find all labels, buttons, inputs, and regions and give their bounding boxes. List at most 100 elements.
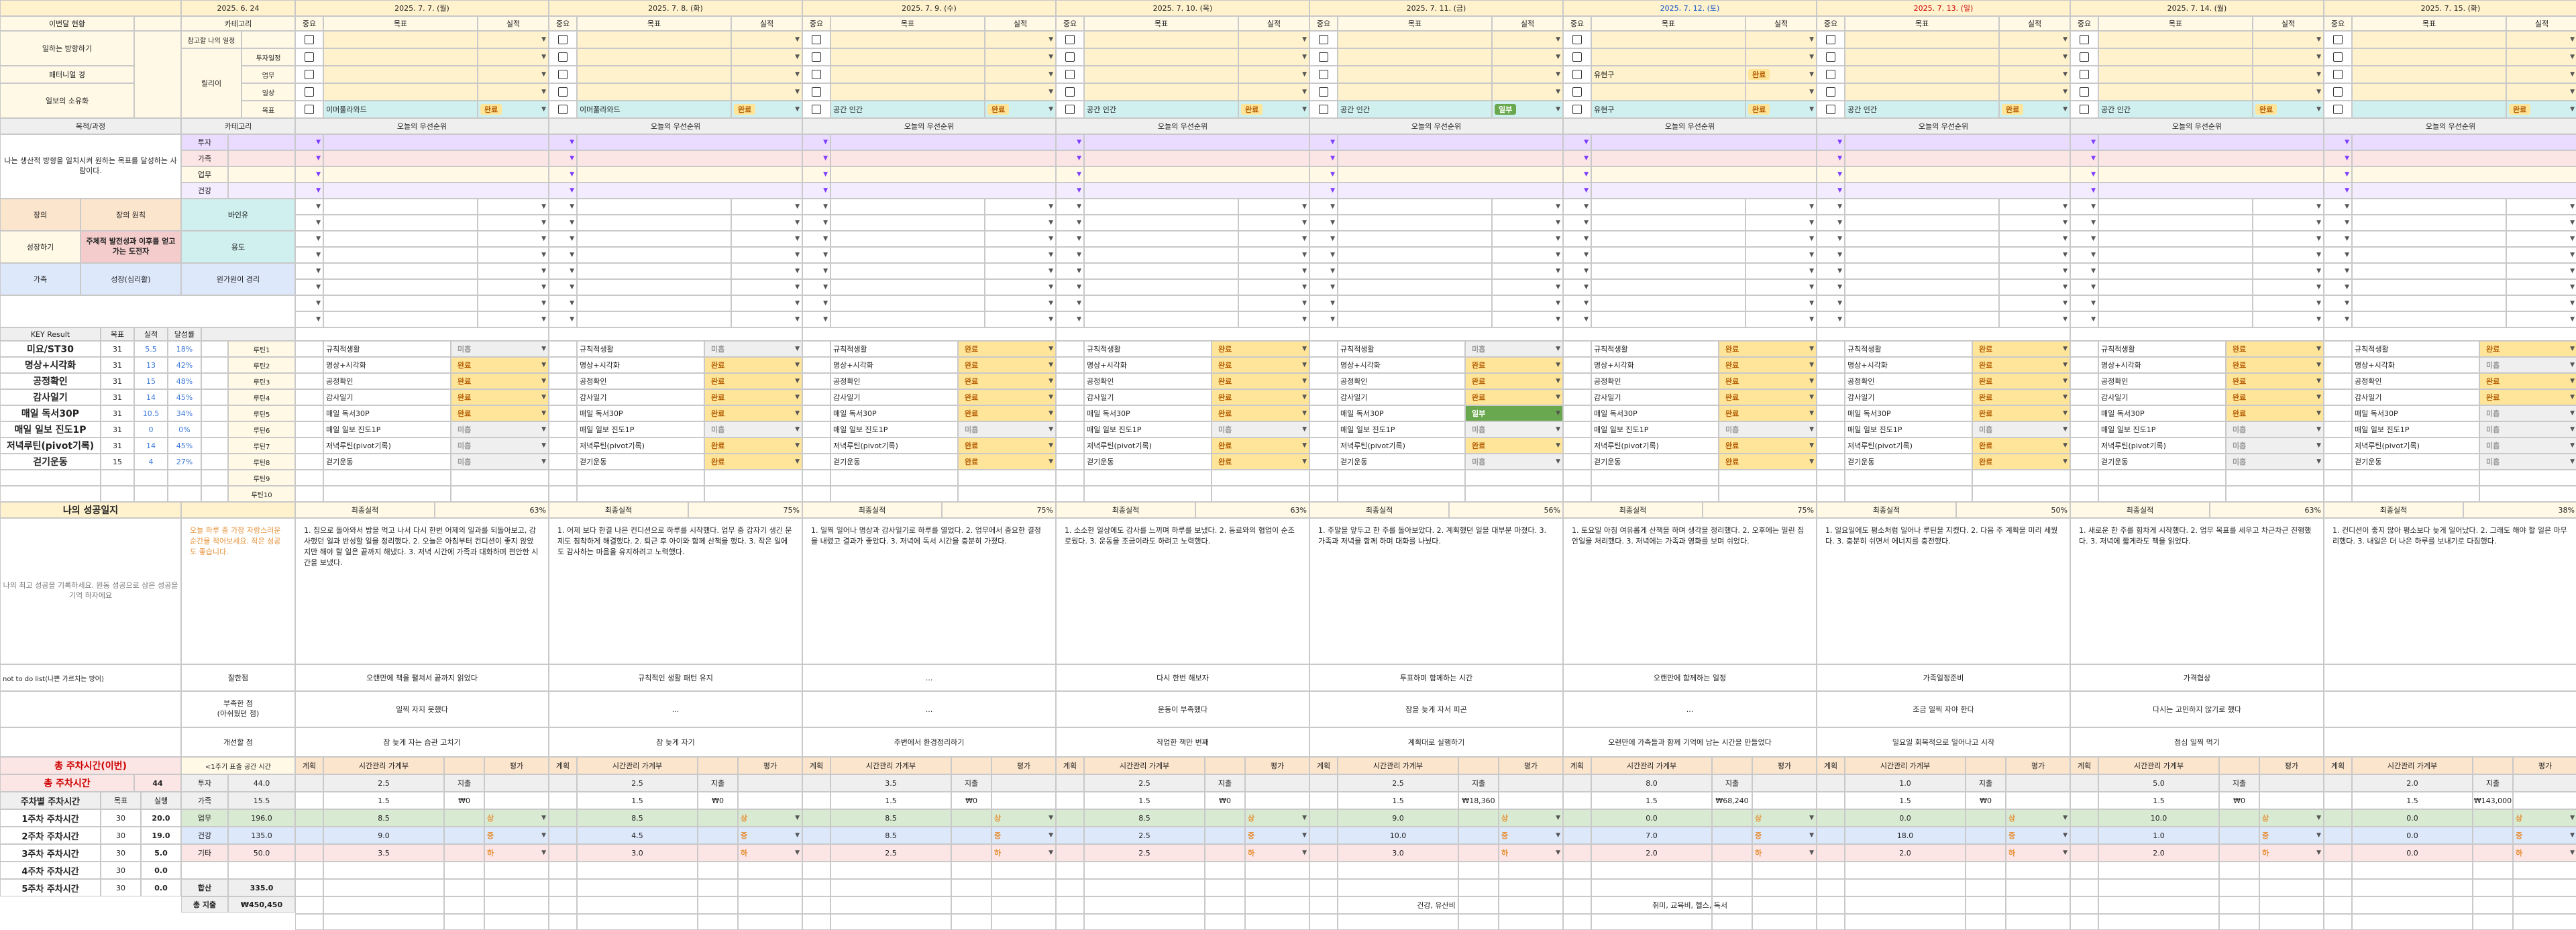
dropdown-arrow-icon[interactable]: ▼ xyxy=(1049,203,1053,210)
eval-select[interactable]: 하 ▼ xyxy=(991,844,1056,862)
priority-result[interactable]: ▼ xyxy=(1746,247,1817,263)
priority-cat-select[interactable]: ▼ xyxy=(1817,183,1845,199)
eval-select[interactable] xyxy=(1752,774,1817,792)
routine-name[interactable] xyxy=(1338,486,1465,502)
priority-result[interactable]: ▼ xyxy=(2506,279,2576,295)
task-result-select[interactable]: ▼ xyxy=(1746,31,1817,48)
improve-point[interactable]: 점심 일찍 먹기 xyxy=(2070,727,2324,757)
routine-status-select[interactable]: 완료 ▼ xyxy=(704,357,802,373)
money-value[interactable] xyxy=(1205,879,1245,896)
dropdown-arrow-icon[interactable]: ▼ xyxy=(1302,219,1307,226)
priority-cat-select[interactable]: ▼ xyxy=(802,215,830,231)
dropdown-arrow-icon[interactable]: ▼ xyxy=(823,219,828,226)
dropdown-arrow-icon[interactable]: ▼ xyxy=(570,155,574,162)
priority-cat-select[interactable]: ▼ xyxy=(1309,215,1338,231)
money-value[interactable] xyxy=(1966,879,2006,896)
plan-cell[interactable] xyxy=(1563,844,1591,862)
routine-name[interactable]: 저녁루틴(pivot기록) xyxy=(323,437,451,454)
checkbox[interactable] xyxy=(1319,105,1328,114)
dropdown-arrow-icon[interactable]: ▼ xyxy=(1809,849,1814,856)
dropdown-arrow-icon[interactable]: ▼ xyxy=(1556,268,1560,274)
priority-result[interactable]: ▼ xyxy=(1238,263,1309,279)
routine-name[interactable] xyxy=(1591,470,1719,486)
improve-point[interactable]: 오랜만에 가족들과 함께 기억에 남는 시간을 만들었다 xyxy=(1563,727,1817,757)
priority-input[interactable] xyxy=(1591,231,1746,247)
routine-status-select[interactable]: 미흡 ▼ xyxy=(451,341,549,357)
dropdown-arrow-icon[interactable]: ▼ xyxy=(2345,187,2349,194)
plan-cell[interactable] xyxy=(2070,879,2098,896)
priority-result[interactable]: ▼ xyxy=(1492,295,1563,311)
plan-cell[interactable] xyxy=(295,792,323,809)
priority-result[interactable]: ▼ xyxy=(1492,231,1563,247)
plan-cell[interactable] xyxy=(1309,862,1338,879)
priority-cat-select[interactable]: ▼ xyxy=(1817,199,1845,215)
plan-cell[interactable] xyxy=(295,896,323,914)
priority-input[interactable] xyxy=(1338,311,1492,327)
priority-input[interactable] xyxy=(1845,311,1999,327)
priority-cat-select[interactable]: ▼ xyxy=(295,231,323,247)
dropdown-arrow-icon[interactable]: ▼ xyxy=(795,219,800,226)
dropdown-arrow-icon[interactable]: ▼ xyxy=(823,203,828,210)
priority-cat-select[interactable]: ▼ xyxy=(1563,183,1591,199)
time-value[interactable] xyxy=(577,896,698,914)
routine-name[interactable]: 감사일기 xyxy=(830,389,958,405)
priority-cat-select[interactable]: ▼ xyxy=(2070,166,2098,183)
dropdown-arrow-icon[interactable]: ▼ xyxy=(1837,252,1842,258)
priority-cat-select[interactable]: ▼ xyxy=(2324,311,2352,327)
task-result-select[interactable]: ▼ xyxy=(1238,48,1309,66)
plan-cell[interactable] xyxy=(1056,914,1084,930)
task-goal-input[interactable] xyxy=(1084,66,1238,83)
priority-input[interactable] xyxy=(1591,150,1817,166)
priority-input[interactable] xyxy=(2098,231,2253,247)
dropdown-arrow-icon[interactable]: ▼ xyxy=(2316,252,2321,258)
routine-name[interactable]: 매일 독서30P xyxy=(1084,405,1212,421)
eval-select[interactable] xyxy=(738,792,802,809)
dropdown-arrow-icon[interactable]: ▼ xyxy=(1302,203,1307,210)
money-value[interactable] xyxy=(1458,914,1499,930)
plan-cell[interactable] xyxy=(802,862,830,879)
routine-name[interactable]: 명상+시각화 xyxy=(1845,357,1972,373)
dropdown-arrow-icon[interactable]: ▼ xyxy=(1556,106,1560,113)
dropdown-arrow-icon[interactable]: ▼ xyxy=(1049,815,1053,821)
priority-result[interactable]: ▼ xyxy=(2253,311,2324,327)
dropdown-arrow-icon[interactable]: ▼ xyxy=(1809,236,1814,242)
checkbox[interactable] xyxy=(558,105,568,114)
task-goal-input[interactable] xyxy=(830,83,985,101)
task-goal-input[interactable] xyxy=(577,66,731,83)
priority-input[interactable] xyxy=(577,231,731,247)
eval-select[interactable] xyxy=(1245,879,1309,896)
priority-input[interactable] xyxy=(2352,215,2506,231)
task-checkbox[interactable] xyxy=(2070,66,2098,83)
money-value[interactable]: 지출 xyxy=(2473,774,2513,792)
dropdown-arrow-icon[interactable]: ▼ xyxy=(1077,171,1081,178)
priority-result[interactable]: ▼ xyxy=(1999,311,2070,327)
dropdown-arrow-icon[interactable]: ▼ xyxy=(541,54,546,60)
priority-result[interactable]: ▼ xyxy=(731,215,802,231)
priority-input[interactable] xyxy=(830,247,985,263)
priority-cat-select[interactable]: ▼ xyxy=(802,166,830,183)
time-value[interactable] xyxy=(1338,914,1458,930)
checkbox[interactable] xyxy=(558,70,568,79)
eval-select[interactable] xyxy=(2513,914,2576,930)
dropdown-arrow-icon[interactable]: ▼ xyxy=(1302,316,1307,323)
routine-status-select[interactable]: 완료 ▼ xyxy=(1719,389,1817,405)
priority-input[interactable] xyxy=(1591,166,1817,183)
dropdown-arrow-icon[interactable]: ▼ xyxy=(541,378,546,384)
task-result-select[interactable]: ▼ xyxy=(2253,66,2324,83)
checkbox[interactable] xyxy=(812,87,821,97)
priority-result[interactable]: ▼ xyxy=(985,295,1056,311)
task-result-select[interactable]: ▼ xyxy=(1492,31,1563,48)
priority-input[interactable] xyxy=(1084,231,1238,247)
task-result-select[interactable]: ▼ xyxy=(478,83,549,101)
priority-cat-select[interactable]: ▼ xyxy=(549,263,577,279)
dropdown-arrow-icon[interactable]: ▼ xyxy=(1077,316,1081,323)
plan-cell[interactable] xyxy=(802,896,830,914)
routine-name[interactable]: 공정확인 xyxy=(1591,373,1719,389)
task-goal-input[interactable] xyxy=(2098,66,2253,83)
dropdown-arrow-icon[interactable]: ▼ xyxy=(2063,362,2068,368)
time-value[interactable]: 8.0 xyxy=(1591,774,1712,792)
dropdown-arrow-icon[interactable]: ▼ xyxy=(1556,236,1560,242)
routine-status-select[interactable]: 완료 ▼ xyxy=(1212,405,1309,421)
dropdown-arrow-icon[interactable]: ▼ xyxy=(2063,815,2068,821)
priority-input[interactable] xyxy=(323,134,549,150)
